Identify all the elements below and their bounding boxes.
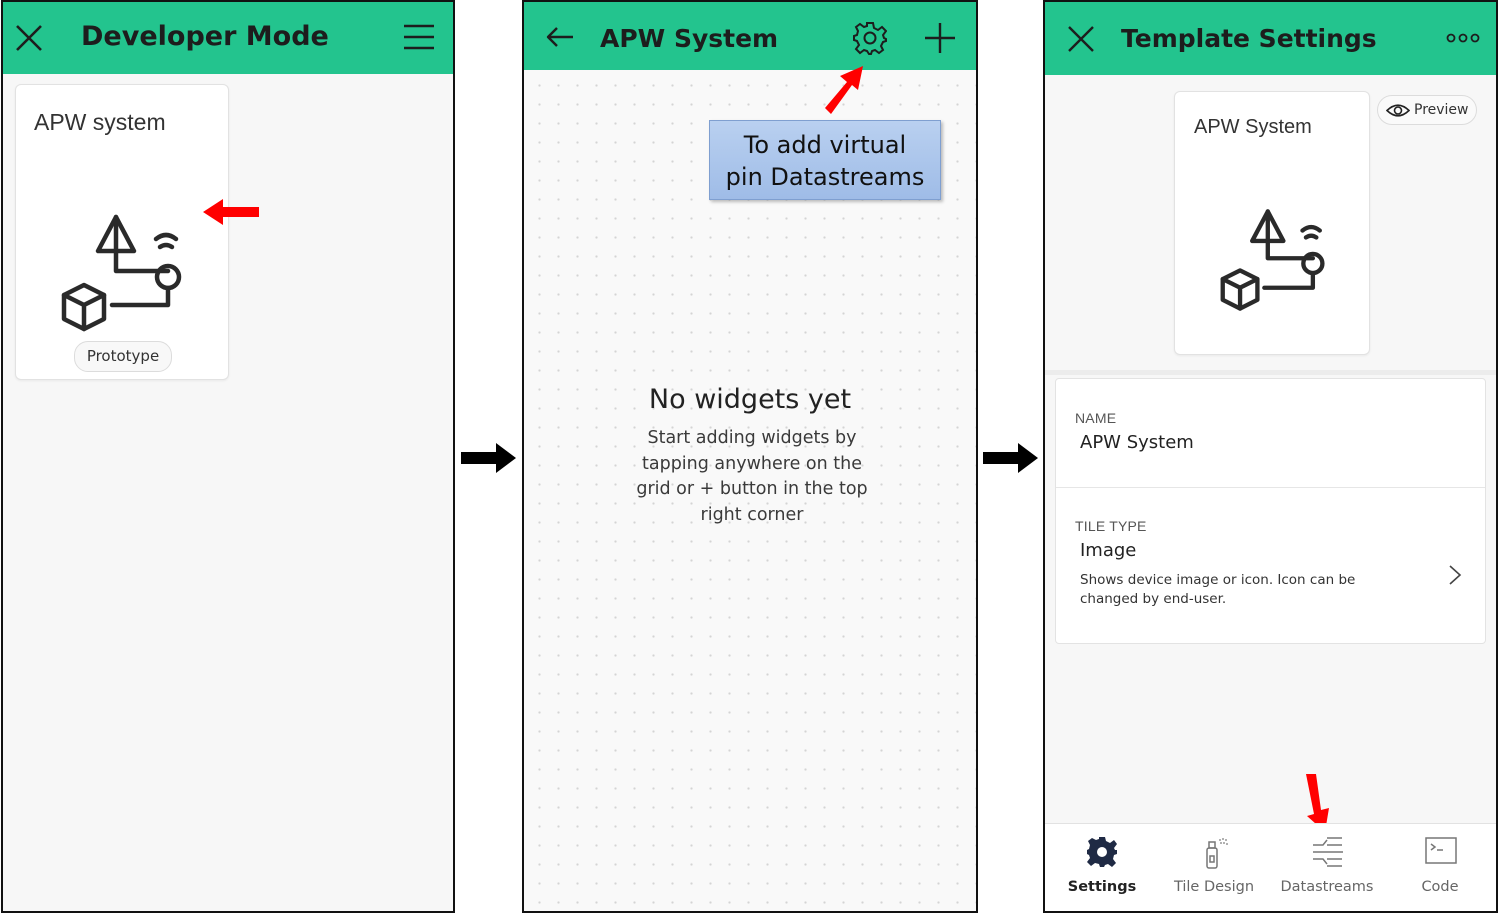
page-title: Template Settings bbox=[1121, 24, 1377, 53]
hamburger-menu-icon[interactable] bbox=[403, 24, 435, 50]
back-arrow-icon[interactable] bbox=[546, 26, 574, 48]
tab-datastreams[interactable]: Datastreams bbox=[1271, 824, 1383, 911]
callout-line-2: pin Datastreams bbox=[725, 163, 925, 191]
eye-icon bbox=[1386, 104, 1410, 117]
dashboard-screen: APW System To add virtual pin Datastream… bbox=[522, 0, 978, 913]
close-icon[interactable] bbox=[15, 24, 43, 52]
tab-label: Datastreams bbox=[1280, 879, 1374, 895]
card-title: APW system bbox=[34, 109, 166, 135]
plus-icon[interactable] bbox=[924, 22, 956, 54]
name-value: APW System bbox=[1080, 432, 1194, 453]
annotation-arrow-left bbox=[203, 199, 259, 225]
flow-arrow-right bbox=[983, 443, 1038, 473]
device-prototype-icon bbox=[1220, 209, 1325, 311]
tab-tile-design[interactable]: Tile Design bbox=[1158, 824, 1270, 911]
gear-icon bbox=[1087, 837, 1117, 867]
empty-line-3: grid or + button in the top bbox=[636, 479, 868, 500]
datastreams-icon bbox=[1313, 837, 1343, 867]
empty-state-description: Start adding widgets by tapping anywhere… bbox=[624, 426, 880, 529]
tab-label: Tile Design bbox=[1173, 879, 1255, 895]
name-label: NAME bbox=[1075, 410, 1117, 426]
tile-type-field[interactable]: TILE TYPE Image Shows device image or ic… bbox=[1056, 488, 1485, 642]
app-header: Template Settings bbox=[1045, 2, 1496, 75]
flow-arrow-right bbox=[461, 443, 516, 473]
tile-type-value: Image bbox=[1080, 540, 1137, 561]
more-dots-icon[interactable] bbox=[1446, 32, 1480, 44]
empty-state-title: No widgets yet bbox=[648, 384, 852, 415]
annotation-arrow-up bbox=[825, 66, 863, 114]
close-icon[interactable] bbox=[1067, 25, 1095, 53]
empty-line-4: right corner bbox=[700, 505, 804, 526]
empty-line-1: Start adding widgets by bbox=[647, 428, 857, 448]
empty-line-2: tapping anywhere on the bbox=[642, 453, 862, 474]
app-header: APW System bbox=[524, 2, 976, 70]
gear-icon[interactable] bbox=[853, 21, 887, 55]
section-divider bbox=[1045, 370, 1496, 375]
chevron-right-icon bbox=[1449, 565, 1462, 585]
preview-button[interactable]: Preview bbox=[1377, 95, 1477, 125]
tab-label: Code bbox=[1421, 879, 1459, 895]
annotation-callout: To add virtual pin Datastreams bbox=[709, 120, 941, 200]
tile-type-description: Shows device image or icon. Icon can be … bbox=[1080, 571, 1380, 609]
name-field[interactable]: NAME APW System bbox=[1056, 379, 1485, 487]
settings-card: NAME APW System TILE TYPE Image Shows de… bbox=[1055, 378, 1486, 644]
tile-title: APW System bbox=[1194, 116, 1312, 138]
template-settings-screen: Template Settings APW System Preview NAM… bbox=[1043, 0, 1498, 913]
tab-code[interactable]: Code bbox=[1384, 824, 1496, 911]
prototype-badge: Prototype bbox=[74, 341, 172, 372]
tile-type-label: TILE TYPE bbox=[1075, 518, 1147, 534]
developer-mode-screen: Developer Mode APW system Prototype bbox=[1, 0, 455, 913]
callout-line-1: To add virtual bbox=[743, 131, 907, 159]
spray-icon bbox=[1206, 838, 1228, 869]
terminal-icon bbox=[1425, 837, 1457, 864]
app-header: Developer Mode bbox=[3, 2, 453, 74]
tile-preview-card: APW System bbox=[1174, 91, 1370, 355]
page-title: Developer Mode bbox=[81, 21, 329, 52]
tile-type-desc-line-2: changed by end-user. bbox=[1080, 591, 1227, 607]
bottom-tab-bar: Settings Tile Design Datastreams Code bbox=[1045, 823, 1496, 911]
tab-label: Settings bbox=[1067, 879, 1137, 895]
device-prototype-icon bbox=[61, 214, 182, 332]
tile-type-desc-line-1: Shows device image or icon. Icon can be bbox=[1080, 572, 1356, 588]
tab-settings[interactable]: Settings bbox=[1046, 824, 1158, 911]
device-template-card[interactable]: APW system Prototype bbox=[15, 84, 229, 380]
page-title: APW System bbox=[600, 24, 779, 53]
preview-label: Preview bbox=[1414, 102, 1469, 118]
